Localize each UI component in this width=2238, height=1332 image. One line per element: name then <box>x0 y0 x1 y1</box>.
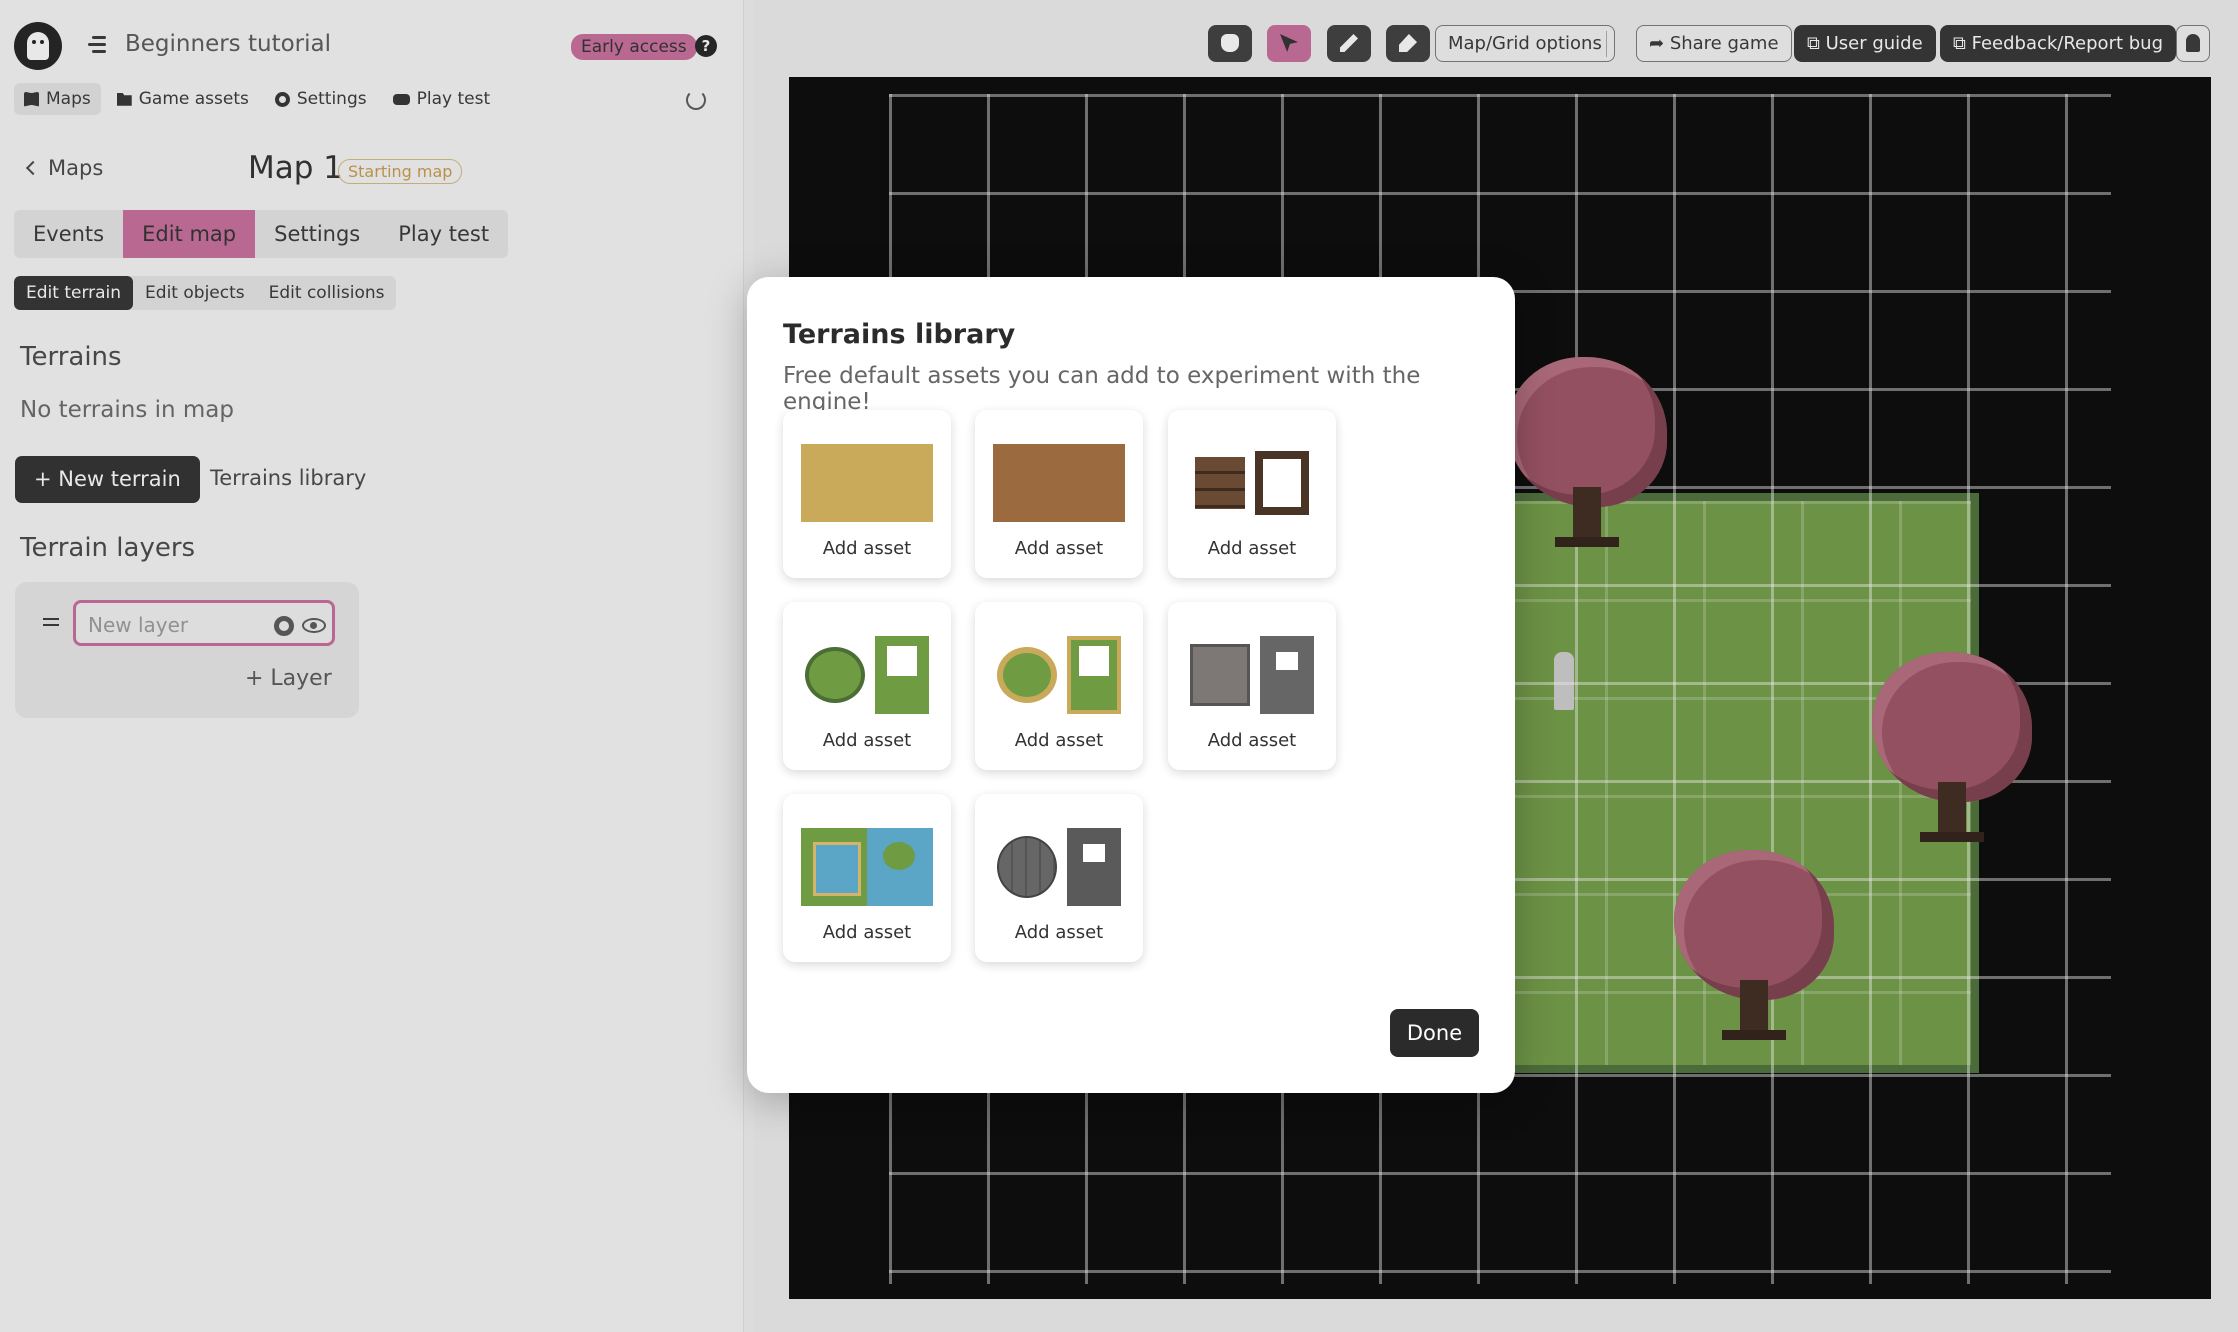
add-asset-label: Add asset <box>1014 538 1104 559</box>
asset-card-grass-sand-bush[interactable]: Add asset <box>975 602 1143 770</box>
add-asset-label: Add asset <box>822 538 912 559</box>
asset-card-grass-bush[interactable]: Add asset <box>783 602 951 770</box>
water-terrain-thumbnail <box>801 828 933 906</box>
add-asset-label: Add asset <box>1207 730 1297 751</box>
modal-title: Terrains library <box>783 319 1016 350</box>
add-asset-label: Add asset <box>822 730 912 751</box>
add-asset-label: Add asset <box>1014 730 1104 751</box>
done-button[interactable]: Done <box>1390 1009 1479 1057</box>
add-asset-label: Add asset <box>1207 538 1297 559</box>
grass-bush-thumbnail <box>801 636 933 714</box>
grass-sand-bush-thumbnail <box>993 636 1125 714</box>
asset-card-sand[interactable]: Add asset <box>783 410 951 578</box>
brick-terrain-thumbnail <box>993 828 1125 906</box>
asset-card-water[interactable]: Add asset <box>783 794 951 962</box>
terrains-library-modal: Terrains library Free default assets you… <box>747 277 1515 1093</box>
dirt-terrain-thumbnail <box>993 444 1125 522</box>
stone-terrain-thumbnail <box>1186 636 1318 714</box>
asset-card-wood[interactable]: Add asset <box>1168 410 1336 578</box>
asset-card-stone[interactable]: Add asset <box>1168 602 1336 770</box>
add-asset-label: Add asset <box>822 922 912 943</box>
sand-terrain-thumbnail <box>801 444 933 522</box>
asset-card-brick[interactable]: Add asset <box>975 794 1143 962</box>
asset-card-dirt[interactable]: Add asset <box>975 410 1143 578</box>
add-asset-label: Add asset <box>1014 922 1104 943</box>
wood-terrain-thumbnail <box>1186 444 1318 522</box>
modal-subtitle: Free default assets you can add to exper… <box>783 363 1421 415</box>
